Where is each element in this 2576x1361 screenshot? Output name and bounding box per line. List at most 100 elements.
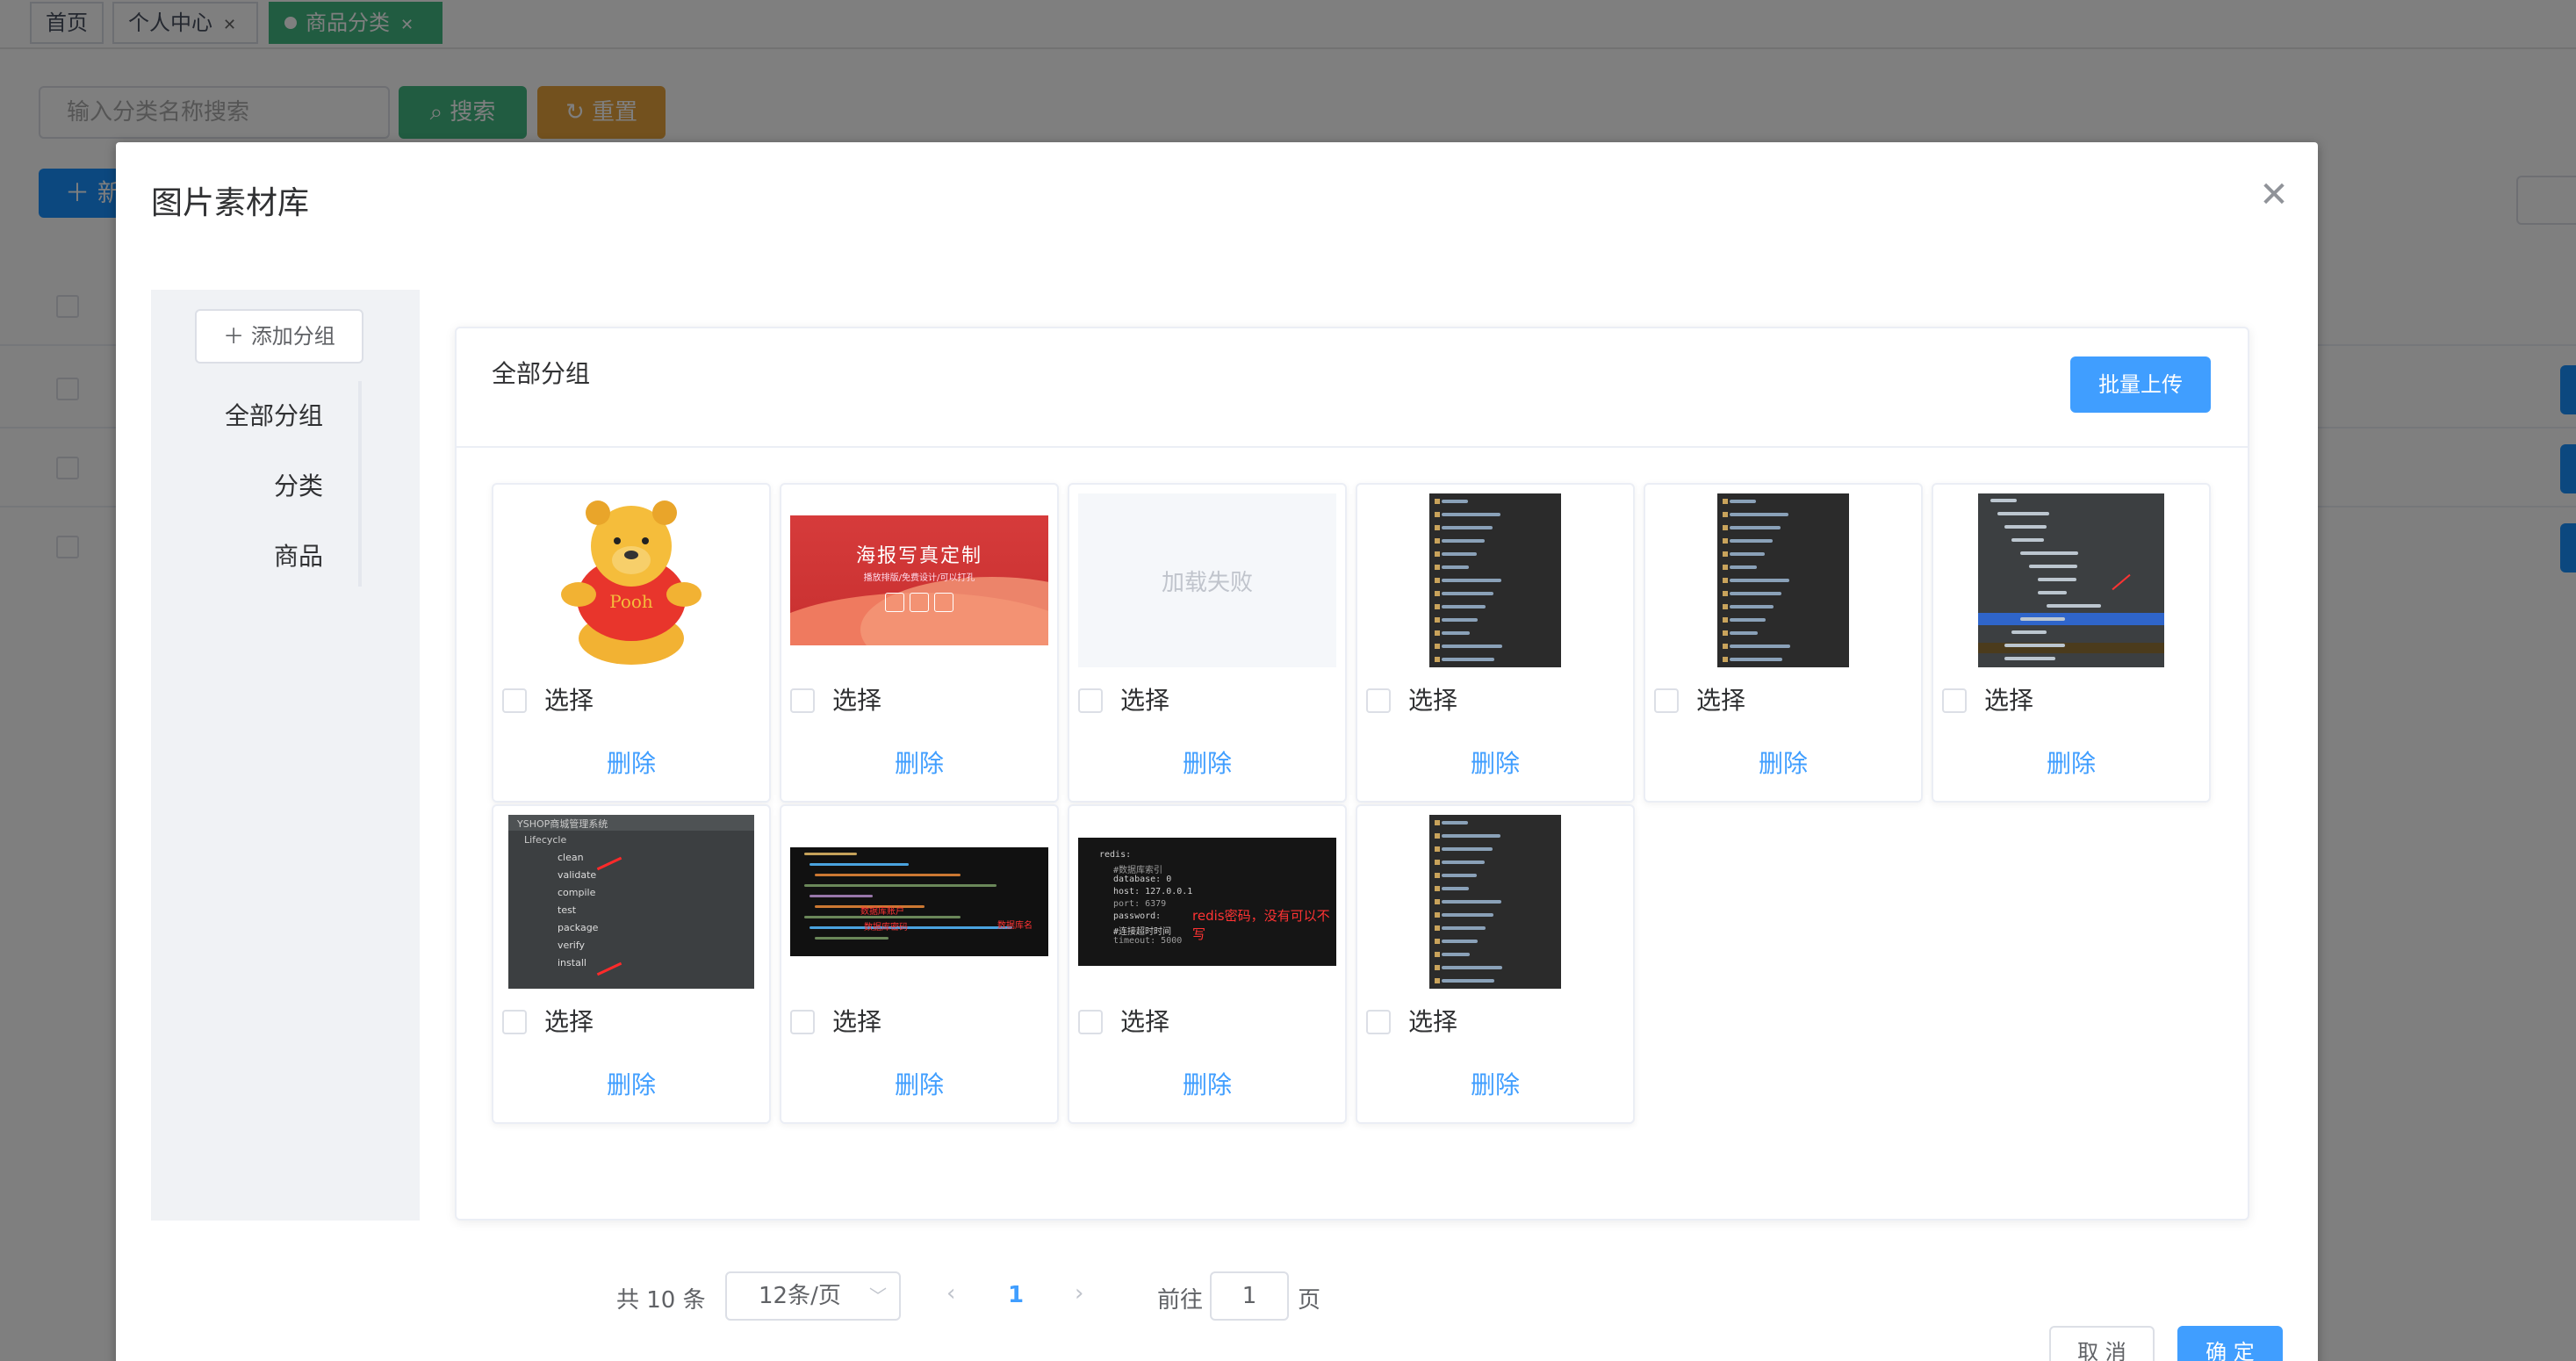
file-name-line — [1442, 861, 1485, 864]
file-name-line — [1730, 605, 1774, 608]
close-icon[interactable]: ✕ — [2256, 177, 2292, 212]
poster-image: 海报写真定制 播放排版/免费设计/可以打孔 — [790, 515, 1048, 645]
image-tile[interactable]: 选择删除 — [1932, 483, 2211, 803]
delete-link[interactable]: 删除 — [1645, 745, 1921, 780]
select-label: 选择 — [1408, 686, 1458, 715]
image-tile[interactable]: 数据库账户 数据库密码 数据库名选择删除 — [780, 804, 1059, 1124]
confirm-button[interactable]: 确 定 — [2177, 1326, 2283, 1361]
page-number-current[interactable]: 1 — [1008, 1282, 1024, 1308]
goto-page-input[interactable]: 1 — [1210, 1271, 1289, 1321]
file-name-line — [1442, 900, 1501, 904]
select-checkbox[interactable] — [1366, 1010, 1391, 1034]
file-icon — [1435, 846, 1440, 852]
select-checkbox[interactable] — [1654, 688, 1679, 713]
select-label: 选择 — [1408, 1007, 1458, 1036]
code-line — [815, 874, 961, 876]
select-checkbox[interactable] — [502, 1010, 527, 1034]
db-config-image: 数据库账户 数据库密码 数据库名 — [790, 847, 1048, 956]
arrow-annotation — [2112, 573, 2131, 591]
load-failed-placeholder: 加载失败 — [1078, 493, 1336, 667]
cancel-button[interactable]: 取 消 — [2049, 1326, 2155, 1361]
delete-link[interactable]: 删除 — [1069, 1066, 1345, 1101]
file-name-line — [1730, 539, 1773, 543]
file-name-line — [1442, 539, 1485, 543]
chevron-left-icon[interactable]: ‹ — [946, 1280, 955, 1307]
image-tile[interactable]: 加载失败选择删除 — [1068, 483, 1347, 803]
file-icon — [1723, 565, 1728, 570]
dialog-title: 图片素材库 — [151, 185, 310, 221]
file-name-line — [1442, 874, 1477, 877]
file-icon — [1723, 538, 1728, 544]
page-size-select[interactable]: 12条/页 ﹀ — [725, 1271, 901, 1321]
delete-link[interactable]: 删除 — [1933, 745, 2209, 780]
image-tile[interactable]: redis: #数据库索引 database: 0 host: 127.0.0.1 po… — [1068, 804, 1347, 1124]
image-thumbnail[interactable] — [1942, 493, 2200, 667]
image-thumbnail[interactable]: Pooh — [502, 493, 760, 667]
image-thumbnail[interactable]: 加载失败 — [1078, 493, 1336, 667]
file-name-line — [1442, 940, 1478, 943]
select-label: 选择 — [1984, 686, 2034, 715]
batch-upload-button[interactable]: 批量上传 — [2070, 356, 2211, 413]
select-checkbox[interactable] — [790, 688, 815, 713]
delete-link[interactable]: 删除 — [1357, 1066, 1633, 1101]
poster-icon-box — [885, 593, 904, 612]
file-name-line — [1442, 513, 1500, 516]
select-label: 选择 — [832, 1007, 882, 1036]
image-thumbnail[interactable] — [1654, 493, 1912, 667]
file-name-line — [1442, 592, 1493, 595]
group-item-all[interactable]: 全部分组 — [151, 381, 358, 451]
image-tile[interactable]: YSHOP商城管理系统 Lifecycle clean validate compile… — [492, 804, 771, 1124]
maven-goal: package — [558, 922, 599, 933]
image-library-dialog: 图片素材库 ✕ ＋ 添加分组 全部分组 分类 商品 全部分组 批量上传 Pooh… — [116, 142, 2318, 1361]
poster-subtitle: 播放排版/免费设计/可以打孔 — [863, 573, 975, 583]
group-item-product[interactable]: 商品 — [151, 522, 358, 592]
select-checkbox[interactable] — [502, 688, 527, 713]
maven-lifecycle-image: YSHOP商城管理系统 Lifecycle clean validate compile… — [508, 815, 754, 989]
file-icon — [1723, 551, 1728, 557]
image-thumbnail[interactable] — [1366, 493, 1624, 667]
image-tile[interactable]: 海报写真定制 播放排版/免费设计/可以打孔 选择 删除 — [780, 483, 1059, 803]
image-tile[interactable]: Pooh 选择 删除 — [492, 483, 771, 803]
file-name-line — [1442, 834, 1500, 838]
image-thumbnail[interactable]: 海报写真定制 播放排版/免费设计/可以打孔 — [790, 493, 1048, 667]
add-group-button[interactable]: ＋ 添加分组 — [195, 309, 363, 364]
image-tile[interactable]: 选择 删除 — [1644, 483, 1923, 803]
image-thumbnail[interactable]: redis: #数据库索引 database: 0 host: 127.0.0.1 po… — [1078, 815, 1336, 989]
tree-node-line — [2020, 617, 2065, 621]
tree-node-line — [2038, 578, 2076, 581]
select-checkbox[interactable] — [1078, 688, 1103, 713]
image-tile[interactable]: 选择删除 — [1356, 804, 1635, 1124]
page-size-value: 12条/页 — [759, 1283, 841, 1309]
file-name-line — [1442, 565, 1469, 569]
pooh-bear-image: Pooh — [561, 500, 702, 665]
image-thumbnail[interactable] — [1366, 815, 1624, 989]
delete-link[interactable]: 删除 — [1357, 745, 1633, 780]
delete-link[interactable]: 删除 — [1069, 745, 1345, 780]
file-icon — [1435, 617, 1440, 623]
chevron-right-icon[interactable]: › — [1075, 1280, 1083, 1307]
select-checkbox[interactable] — [1366, 688, 1391, 713]
select-label: 选择 — [1120, 686, 1170, 715]
arrow-annotation — [596, 856, 622, 871]
card-title: 全部分组 — [492, 359, 591, 388]
image-thumbnail[interactable]: YSHOP商城管理系统 Lifecycle clean validate compile… — [502, 815, 760, 989]
code-line — [809, 926, 1012, 929]
image-tile[interactable]: 选择删除 — [1356, 483, 1635, 803]
select-checkbox[interactable] — [790, 1010, 815, 1034]
arrow-annotation — [596, 961, 622, 976]
tree-node-line — [2038, 591, 2067, 594]
delete-link[interactable]: 删除 — [781, 1066, 1057, 1101]
group-item-category[interactable]: 分类 — [151, 451, 358, 522]
code-line: database: 0 — [1113, 875, 1172, 884]
delete-link[interactable]: 删除 — [781, 745, 1057, 780]
select-checkbox[interactable] — [1078, 1010, 1103, 1034]
delete-link[interactable]: 删除 — [493, 745, 769, 780]
image-thumbnail[interactable]: 数据库账户 数据库密码 数据库名 — [790, 815, 1048, 989]
select-checkbox[interactable] — [1942, 688, 1967, 713]
db-note-user: 数据库账户 — [860, 907, 904, 917]
tree-node-line — [2020, 551, 2078, 555]
code-line: redis: — [1099, 850, 1132, 860]
file-name-line — [1442, 579, 1501, 582]
delete-link[interactable]: 删除 — [493, 1066, 769, 1101]
maven-goal: validate — [558, 869, 597, 881]
